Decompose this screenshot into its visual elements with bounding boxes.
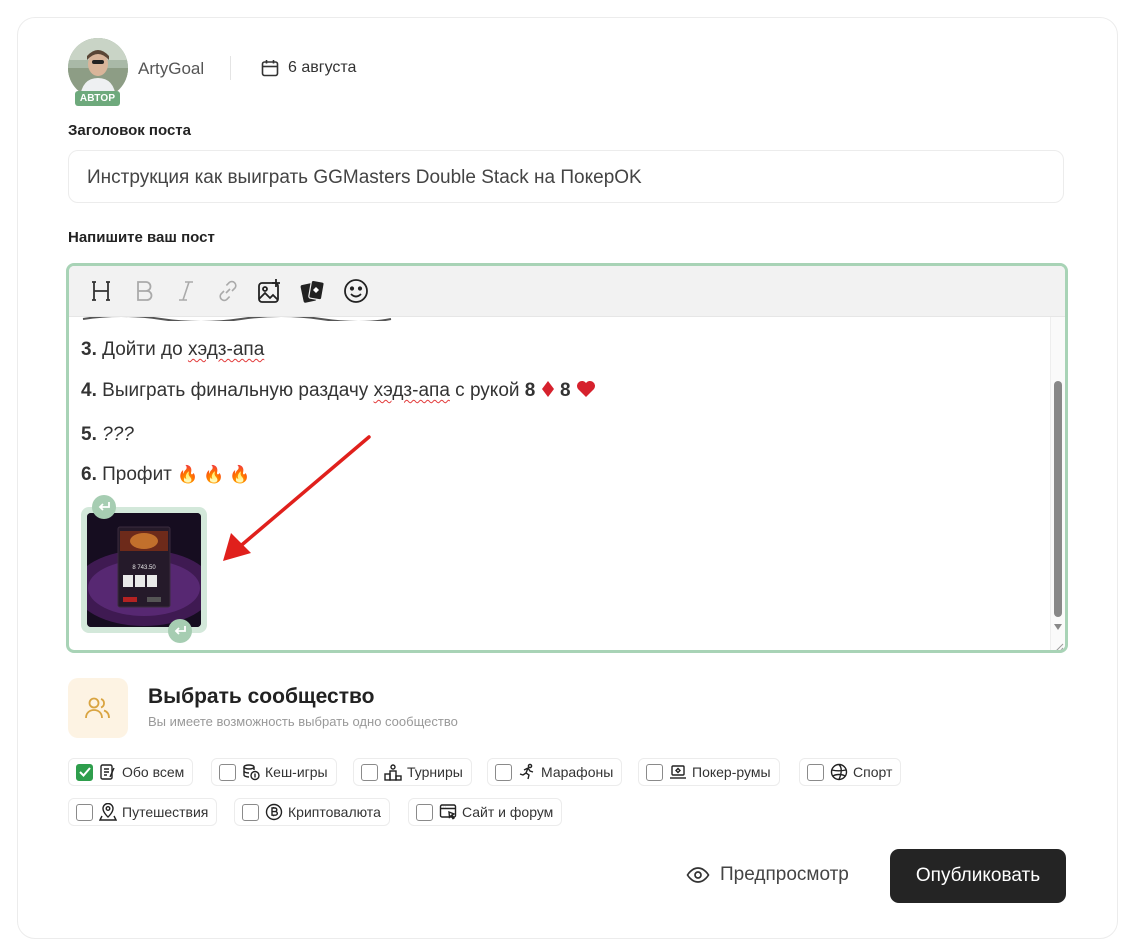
diamond-icon [541,381,554,397]
checkbox[interactable] [76,803,93,821]
heading-icon[interactable] [86,276,116,306]
svg-text:8 743.50: 8 743.50 [132,565,156,571]
community-option[interactable]: Сайт и форум [408,798,563,826]
embedded-image-frame[interactable]: 8 743.50 [81,495,207,643]
checkbox[interactable] [219,763,236,781]
ball-icon [830,763,848,781]
emoji-icon[interactable] [341,276,371,306]
embedded-image[interactable]: 8 743.50 [87,513,201,627]
return-icon[interactable] [92,495,116,519]
checkbox[interactable] [361,763,378,781]
community-option[interactable]: Турниры [353,758,472,786]
editor-content[interactable]: 3. Дойти до хэдз-апа 4. Выиграть финальн… [69,317,1051,650]
annotation-arrow [223,435,371,561]
title-input[interactable]: Инструкция как выиграть GGMasters Double… [68,150,1064,203]
post-editor[interactable]: 3. Дойти до хэдз-апа 4. Выиграть финальн… [66,263,1068,653]
community-option[interactable]: Спорт [799,758,902,786]
community-option[interactable]: Кеш-игры [211,758,337,786]
community-option[interactable]: Обо всем [68,758,194,786]
eye-icon [686,867,710,883]
community-title: Выбрать сообщество [148,685,375,708]
checkbox[interactable] [646,763,663,781]
title-label: Заголовок поста [68,122,191,139]
scrollbar-thumb[interactable] [1054,381,1062,617]
author-badge: АВТОР [75,91,120,106]
users-icon [85,697,110,719]
link-icon[interactable] [213,276,243,306]
resize-handle-icon[interactable] [1054,639,1064,650]
bold-icon[interactable] [129,276,159,306]
avatar [68,38,128,98]
runner-icon [519,763,534,780]
author-name[interactable]: ArtyGoal [138,59,204,79]
checkbox[interactable] [495,763,512,781]
calendar-icon [260,58,280,78]
laptop-icon [670,765,686,779]
coins-icon [243,764,260,781]
post-label: Напишите ваш пост [68,229,215,246]
checkbox[interactable] [242,803,259,821]
notes-icon [100,764,115,780]
editor-toolbar [69,266,1065,317]
community-option[interactable]: Криптовалюта [234,798,390,826]
checkbox[interactable] [807,763,824,781]
add-image-icon[interactable] [255,276,285,306]
italic-icon[interactable] [171,276,201,306]
list-item: 3. Дойти до хэдз-апа [81,339,265,360]
community-icon-box [68,678,128,738]
cards-icon[interactable] [298,276,328,306]
publish-button[interactable]: Опубликовать [890,849,1066,903]
cut-off-line [81,317,401,327]
divider [230,56,231,80]
community-option[interactable]: Покер-румы [638,758,780,786]
map-pin-icon [99,803,117,821]
browser-icon [439,804,457,820]
checkbox[interactable] [416,803,433,821]
list-item: 5. ??? [81,424,134,445]
bitcoin-icon [265,803,283,821]
post-date: 6 августа [288,59,357,76]
community-option[interactable]: Путешествия [68,798,218,826]
preview-button[interactable]: Предпросмотр [686,858,849,892]
community-option[interactable]: Марафоны [487,758,623,786]
podium-icon [384,764,402,781]
heart-icon [576,381,595,397]
list-item: 4. Выиграть финальную раздачу хэдз-апа с… [81,380,596,402]
community-subtitle: Вы имеете возможность выбрать одно сообщ… [148,714,458,729]
checkbox-checked[interactable] [76,763,93,781]
return-icon[interactable] [168,619,192,643]
scroll-down-icon[interactable] [1054,624,1062,630]
editor-scrollbar[interactable] [1050,317,1065,650]
